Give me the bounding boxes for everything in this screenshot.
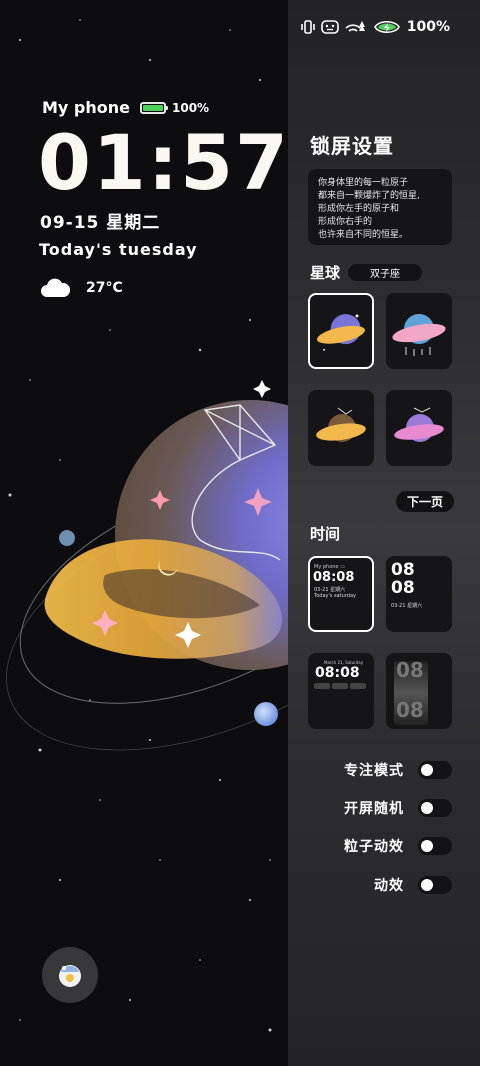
planet-option-4[interactable]	[386, 390, 452, 466]
planet-option-3[interactable]	[308, 390, 374, 466]
device-info: My phone 100%	[42, 98, 209, 117]
clock-style-2-date: 03-21 星期六	[391, 603, 423, 609]
status-battery-percent: 100%	[406, 19, 450, 35]
battery-charging-icon	[373, 20, 400, 34]
animation-switch[interactable]	[418, 876, 452, 894]
temperature: 27°C	[86, 280, 123, 296]
planet-option-1[interactable]	[308, 293, 374, 369]
clock-style-4[interactable]: 08 08	[386, 653, 452, 729]
clock-style-1-date: 03-21 星期六	[314, 587, 346, 593]
lock-greeting: Today's tuesday	[39, 240, 198, 259]
lock-settings-panel: 100% 锁屏设置 你身体里的每一粒原子 都来自一颗爆炸了的恒星, 形成你左手的…	[288, 0, 480, 1066]
quote-line: 也许来自不同的恒星。	[318, 230, 409, 240]
panel-title: 锁屏设置	[310, 134, 394, 158]
clock-style-1-greeting: Today's saturday	[314, 593, 356, 599]
clock-style-1[interactable]: My phone ▭ 08:08 03-21 星期六 Today's satur…	[308, 556, 374, 632]
lock-battery-percent: 100%	[172, 100, 210, 115]
pet-house-icon	[59, 965, 81, 987]
next-page-button[interactable]: 下一页	[396, 491, 454, 512]
cloud-icon	[41, 278, 70, 297]
wifi-icon	[345, 21, 365, 32]
face-icon	[320, 20, 339, 34]
quote-card[interactable]: 你身体里的每一粒原子 都来自一颗爆炸了的恒星, 形成你左手的原子和 形成你右手的…	[308, 169, 452, 245]
toggle-focus-mode: 专注模式	[344, 760, 452, 780]
clock-style-2[interactable]: 08 08 03-21 星期六	[386, 556, 452, 632]
constellation-chip[interactable]: 双子座	[348, 264, 422, 281]
toggle-label: 专注模式	[344, 763, 404, 779]
quote-line: 形成你左手的原子和	[318, 204, 400, 214]
quote-line: 你身体里的每一粒原子	[318, 178, 409, 188]
time-section-label: 时间	[310, 525, 341, 543]
lock-weather: 27°C	[40, 278, 123, 298]
quote-line: 形成你右手的	[318, 217, 373, 227]
toggle-random-on-open: 开屏随机	[344, 798, 452, 818]
clock-style-3[interactable]: March 21, Saturday 08:08	[308, 653, 374, 729]
lock-clock: 01:57	[38, 118, 288, 207]
pet-app-button[interactable]	[42, 947, 98, 1003]
clock-style-3-time: 08:08	[315, 665, 360, 681]
planet-section-label: 星球	[310, 264, 341, 282]
clock-style-2-minute: 08	[391, 578, 415, 598]
particle-effects-switch[interactable]	[418, 837, 452, 855]
toggle-label: 开屏随机	[344, 801, 404, 817]
battery-icon	[140, 101, 168, 114]
lock-battery: 100%	[140, 101, 209, 115]
lock-date: 09-15 星期二	[40, 213, 161, 233]
clock-style-4-minute: 08	[396, 698, 424, 722]
quote-line: 都来自一颗爆炸了的恒星,	[318, 191, 420, 201]
vibrate-icon	[300, 20, 315, 34]
clock-style-1-time: 08:08	[313, 570, 355, 585]
focus-mode-switch[interactable]	[418, 761, 452, 779]
toggle-label: 动效	[374, 878, 404, 894]
clock-style-2-hour: 08	[391, 560, 415, 580]
lock-screen-preview: My phone 100% 01:57 09-15 星期二 Today's tu…	[0, 0, 288, 1066]
toggle-label: 粒子动效	[344, 839, 404, 855]
planet-option-2[interactable]	[386, 293, 452, 369]
toggle-particle-effects: 粒子动效	[344, 836, 452, 856]
toggle-animation: 动效	[374, 875, 452, 895]
status-bar: 100%	[300, 19, 450, 35]
random-on-open-switch[interactable]	[418, 799, 452, 817]
device-name: My phone	[42, 98, 130, 117]
clock-style-4-hour: 08	[396, 658, 424, 682]
